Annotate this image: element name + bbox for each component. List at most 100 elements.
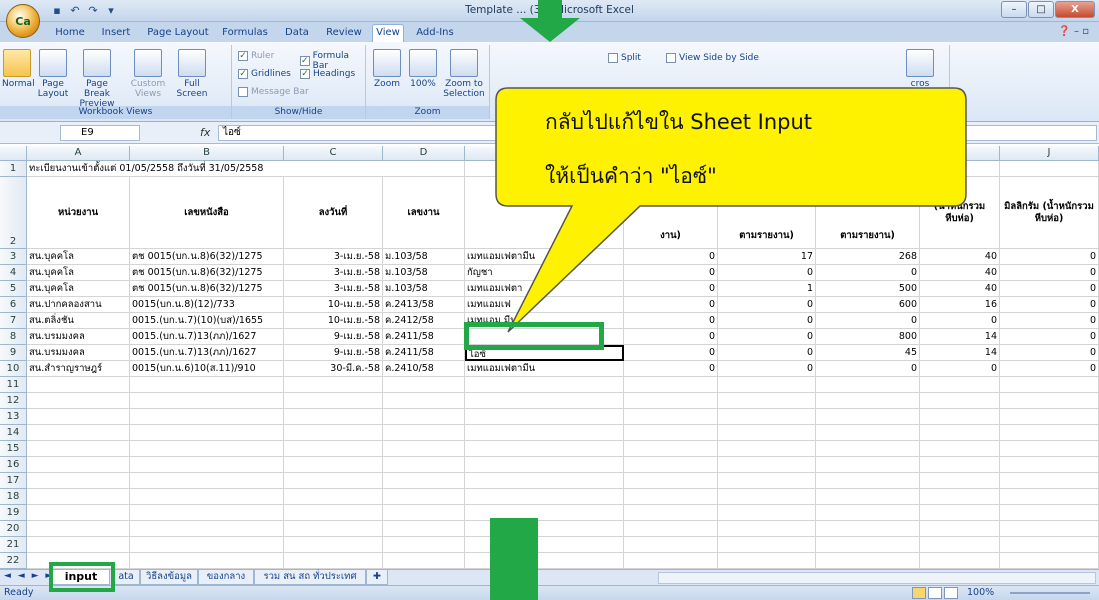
cell[interactable] <box>920 425 1000 441</box>
cell[interactable]: 9-เม.ย.-58 <box>284 329 383 345</box>
cell[interactable] <box>624 377 718 393</box>
cell[interactable]: 0 <box>920 361 1000 377</box>
page-layout-button[interactable]: Page Layout <box>36 49 70 99</box>
cell[interactable] <box>465 441 624 457</box>
sheet-tab-howto[interactable]: วิธีลงข้อมูล <box>140 570 198 585</box>
cell[interactable] <box>130 393 284 409</box>
cell[interactable] <box>130 377 284 393</box>
cell[interactable]: สน.ตลิ่งชัน <box>27 313 130 329</box>
cell[interactable] <box>130 553 284 569</box>
cell[interactable] <box>383 377 465 393</box>
cell[interactable] <box>465 409 624 425</box>
cell[interactable] <box>284 489 383 505</box>
cell[interactable] <box>624 393 718 409</box>
cell[interactable]: 0 <box>1000 313 1099 329</box>
sheet-tab-evidence[interactable]: ของกลาง <box>198 570 254 585</box>
cell[interactable] <box>624 457 718 473</box>
cell[interactable]: ม.103/58 <box>383 265 465 281</box>
zoom-slider[interactable] <box>1010 592 1090 594</box>
cell[interactable] <box>718 521 816 537</box>
cell[interactable] <box>27 409 130 425</box>
cell[interactable] <box>383 473 465 489</box>
cell[interactable] <box>465 425 624 441</box>
cell[interactable] <box>1000 505 1099 521</box>
cell[interactable] <box>1000 537 1099 553</box>
cell[interactable] <box>920 489 1000 505</box>
row-header[interactable]: 3 <box>0 249 27 265</box>
cell[interactable]: 0 <box>624 361 718 377</box>
row-header[interactable]: 7 <box>0 313 27 329</box>
cell[interactable] <box>27 441 130 457</box>
cell[interactable] <box>920 409 1000 425</box>
row-header[interactable]: 2 <box>0 177 27 249</box>
cell[interactable] <box>1000 425 1099 441</box>
cell[interactable]: ค.2411/58 <box>383 329 465 345</box>
row-header[interactable]: 13 <box>0 409 27 425</box>
cell[interactable] <box>816 553 920 569</box>
cell[interactable] <box>383 409 465 425</box>
cell[interactable]: 0015.(บก.น.7)(10)(บส)/1655 <box>130 313 284 329</box>
cell[interactable] <box>1000 553 1099 569</box>
cell[interactable]: 30-มี.ค.-58 <box>284 361 383 377</box>
cell[interactable] <box>624 505 718 521</box>
cell[interactable] <box>284 441 383 457</box>
cell[interactable] <box>624 473 718 489</box>
cell[interactable]: 0015(บก.น.6)10(ส.11)/910 <box>130 361 284 377</box>
column-header[interactable]: C <box>284 146 383 161</box>
cell[interactable] <box>27 425 130 441</box>
cell[interactable] <box>816 473 920 489</box>
cell[interactable] <box>920 521 1000 537</box>
cell[interactable]: สน.บุคคโล <box>27 265 130 281</box>
row-header[interactable]: 5 <box>0 281 27 297</box>
cell[interactable] <box>130 425 284 441</box>
cell[interactable]: ตช 0015(บก.น.8)6(32)/1275 <box>130 265 284 281</box>
title-row-cell[interactable]: ทะเบียนงานเข้าตั้งแต่ 01/05/2558 ถึงวันท… <box>27 161 427 177</box>
zoom-button[interactable]: Zoom <box>370 49 404 89</box>
cell[interactable]: ค.2412/58 <box>383 313 465 329</box>
cell[interactable] <box>383 425 465 441</box>
cell[interactable] <box>27 377 130 393</box>
cell[interactable] <box>718 425 816 441</box>
cell[interactable] <box>1000 473 1099 489</box>
cell[interactable] <box>718 553 816 569</box>
cell[interactable]: สน.ปากคลองสาน <box>27 297 130 313</box>
cell[interactable]: ค.2413/58 <box>383 297 465 313</box>
row-header[interactable]: 18 <box>0 489 27 505</box>
row-header[interactable]: 14 <box>0 425 27 441</box>
cell[interactable] <box>383 441 465 457</box>
cell[interactable]: 0 <box>624 345 718 361</box>
cell[interactable] <box>130 489 284 505</box>
cell[interactable] <box>27 393 130 409</box>
column-header[interactable]: A <box>27 146 130 161</box>
cell[interactable] <box>27 489 130 505</box>
row-header[interactable]: 16 <box>0 457 27 473</box>
row-header[interactable]: 11 <box>0 377 27 393</box>
normal-view-button[interactable]: Normal <box>2 49 35 89</box>
row-header[interactable]: 15 <box>0 441 27 457</box>
header-c[interactable]: ลงวันที่ <box>284 177 383 249</box>
cell[interactable]: 0015(บก.น.8)(12)/733 <box>130 297 284 313</box>
cell[interactable] <box>718 505 816 521</box>
split-button[interactable]: Split <box>608 53 641 63</box>
cell[interactable] <box>1000 377 1099 393</box>
full-screen-button[interactable]: Full Screen <box>172 49 212 99</box>
cell[interactable] <box>284 553 383 569</box>
cell[interactable] <box>27 521 130 537</box>
header-b[interactable]: เลขหนังสือ <box>130 177 284 249</box>
tab-view[interactable]: View <box>372 24 404 43</box>
cell[interactable]: 0 <box>1000 329 1099 345</box>
gridlines-checkbox[interactable]: ✓ Gridlines <box>238 69 291 79</box>
cell[interactable] <box>383 457 465 473</box>
page-layout-status-icon[interactable] <box>928 587 942 599</box>
row-header[interactable]: 4 <box>0 265 27 281</box>
cell[interactable] <box>920 441 1000 457</box>
cell[interactable] <box>130 457 284 473</box>
cell[interactable]: 0 <box>1000 297 1099 313</box>
cell[interactable] <box>816 505 920 521</box>
tab-formulas[interactable]: Formulas <box>218 25 272 42</box>
cell[interactable] <box>1000 489 1099 505</box>
cell[interactable]: สน.บุคคโล <box>27 249 130 265</box>
cell[interactable] <box>1000 441 1099 457</box>
cell[interactable]: ม.103/58 <box>383 281 465 297</box>
cell[interactable] <box>465 393 624 409</box>
